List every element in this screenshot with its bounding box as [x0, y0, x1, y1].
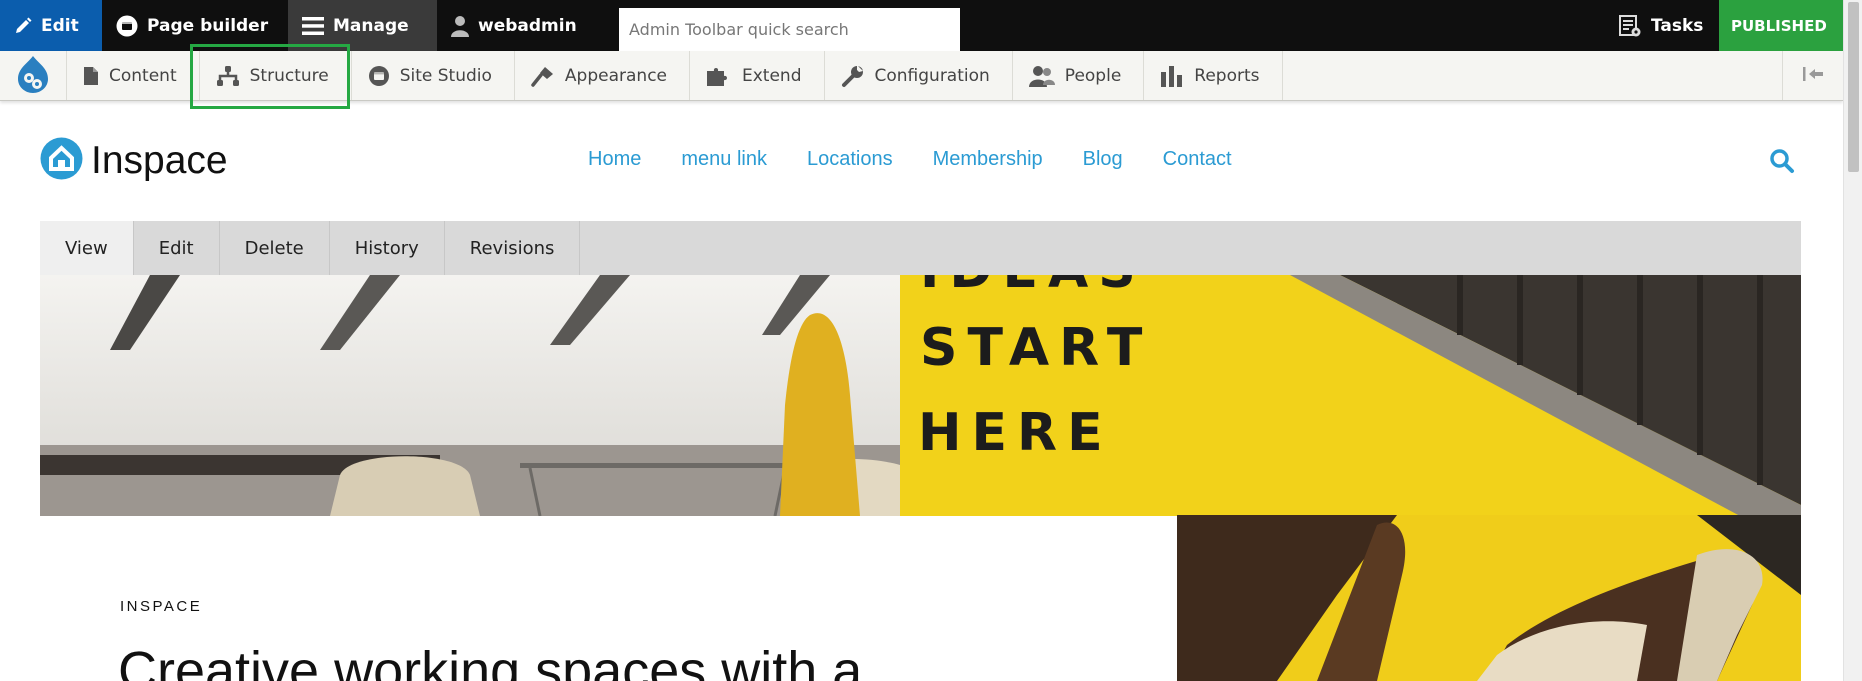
- published-status-badge[interactable]: PUBLISHED: [1719, 0, 1843, 51]
- pencil-icon: [14, 17, 32, 35]
- admin-quick-search-input[interactable]: [619, 8, 960, 51]
- nav-link-membership[interactable]: Membership: [933, 148, 1043, 171]
- tray-collapse-button[interactable]: [1782, 51, 1843, 100]
- nav-link-home[interactable]: Home: [588, 148, 641, 171]
- people-icon: [1028, 65, 1055, 87]
- hero-side-image: [1177, 515, 1801, 681]
- admin-tray: Content Structure Site Studio Appearance…: [0, 51, 1843, 101]
- home-logo-icon: [40, 137, 83, 184]
- user-label: webadmin: [478, 15, 577, 36]
- search-icon: [1769, 149, 1795, 178]
- nav-link-menu-link[interactable]: menu link: [681, 148, 767, 171]
- tab-edit[interactable]: Edit: [134, 221, 220, 275]
- hero-illustration: IDEAS START HERE: [40, 275, 1801, 516]
- tasks-icon: [1619, 14, 1641, 37]
- hero-sign-line-2: START: [920, 318, 1152, 378]
- nav-link-blog[interactable]: Blog: [1083, 148, 1123, 171]
- tray-item-configuration[interactable]: Configuration: [825, 51, 1013, 100]
- tasks-button[interactable]: Tasks: [1615, 0, 1719, 51]
- site-search-button[interactable]: [1769, 148, 1795, 178]
- edit-toggle-button[interactable]: Edit: [0, 0, 102, 51]
- tray-item-people[interactable]: People: [1013, 51, 1145, 100]
- tray-item-label: Structure: [249, 65, 329, 86]
- main-navigation: Home menu link Locations Membership Blog…: [588, 148, 1232, 171]
- paintbrush-icon: [531, 65, 555, 87]
- edit-label: Edit: [41, 15, 79, 36]
- manage-button[interactable]: Manage: [288, 0, 437, 51]
- drupal-drop-icon: [14, 54, 52, 98]
- hero-sign-line-1: IDEAS: [920, 275, 1146, 300]
- tray-item-label: Extend: [742, 65, 802, 86]
- scrollbar-thumb[interactable]: [1848, 2, 1859, 172]
- manage-label: Manage: [333, 15, 409, 36]
- page-scrollbar[interactable]: [1843, 0, 1862, 681]
- page: Edit Page builder Manage webadmin Admin …: [0, 0, 1862, 681]
- page-builder-icon: [116, 15, 138, 37]
- tray-item-label: People: [1064, 65, 1122, 86]
- tray-item-label: Content: [109, 65, 177, 86]
- tasks-label: Tasks: [1651, 15, 1704, 36]
- tray-item-appearance[interactable]: Appearance: [515, 51, 690, 100]
- tray-item-extend[interactable]: Extend: [690, 51, 825, 100]
- admin-toolbar: Edit Page builder Manage webadmin Admin …: [0, 0, 1843, 51]
- local-tasks-tabs: View Edit Delete History Revisions: [40, 221, 1801, 275]
- tab-delete[interactable]: Delete: [220, 221, 330, 275]
- user-icon: [451, 15, 469, 37]
- tab-history[interactable]: History: [330, 221, 445, 275]
- hero-headline: Creative working spaces with a: [118, 641, 863, 681]
- bar-chart-icon: [1160, 64, 1184, 88]
- drupal-logo[interactable]: [0, 51, 67, 100]
- hero-image: IDEAS START HERE: [40, 275, 1801, 516]
- tray-item-label: Site Studio: [399, 65, 492, 86]
- tray-item-site-studio[interactable]: Site Studio: [352, 51, 515, 100]
- hamburger-icon: [302, 16, 324, 36]
- collapse-left-icon: [1802, 66, 1824, 86]
- chairs-illustration: [1177, 515, 1801, 681]
- nav-link-locations[interactable]: Locations: [807, 148, 893, 171]
- hero-sign-line-3: HERE: [918, 403, 1113, 463]
- nav-link-contact[interactable]: Contact: [1163, 148, 1232, 171]
- sitemap-icon: [216, 65, 240, 87]
- site-name: Inspace: [91, 138, 228, 182]
- puzzle-icon: [706, 65, 732, 87]
- hero-eyebrow: INSPACE: [120, 598, 203, 615]
- tray-item-label: Reports: [1194, 65, 1260, 86]
- wrench-icon: [841, 64, 865, 88]
- tray-item-label: Appearance: [564, 65, 667, 86]
- tray-spacer: [1283, 51, 1783, 100]
- site-studio-icon: [368, 65, 390, 87]
- tray-item-reports[interactable]: Reports: [1144, 51, 1283, 100]
- page-builder-button[interactable]: Page builder: [102, 0, 288, 51]
- tab-revisions[interactable]: Revisions: [445, 221, 581, 275]
- site-logo[interactable]: Inspace: [40, 137, 228, 184]
- tray-item-label: Configuration: [874, 65, 990, 86]
- user-menu-button[interactable]: webadmin: [437, 0, 619, 51]
- page-builder-label: Page builder: [147, 15, 269, 36]
- file-icon: [83, 66, 99, 86]
- tab-view[interactable]: View: [40, 221, 134, 275]
- tray-item-structure[interactable]: Structure: [200, 51, 352, 100]
- tray-item-content[interactable]: Content: [67, 51, 200, 100]
